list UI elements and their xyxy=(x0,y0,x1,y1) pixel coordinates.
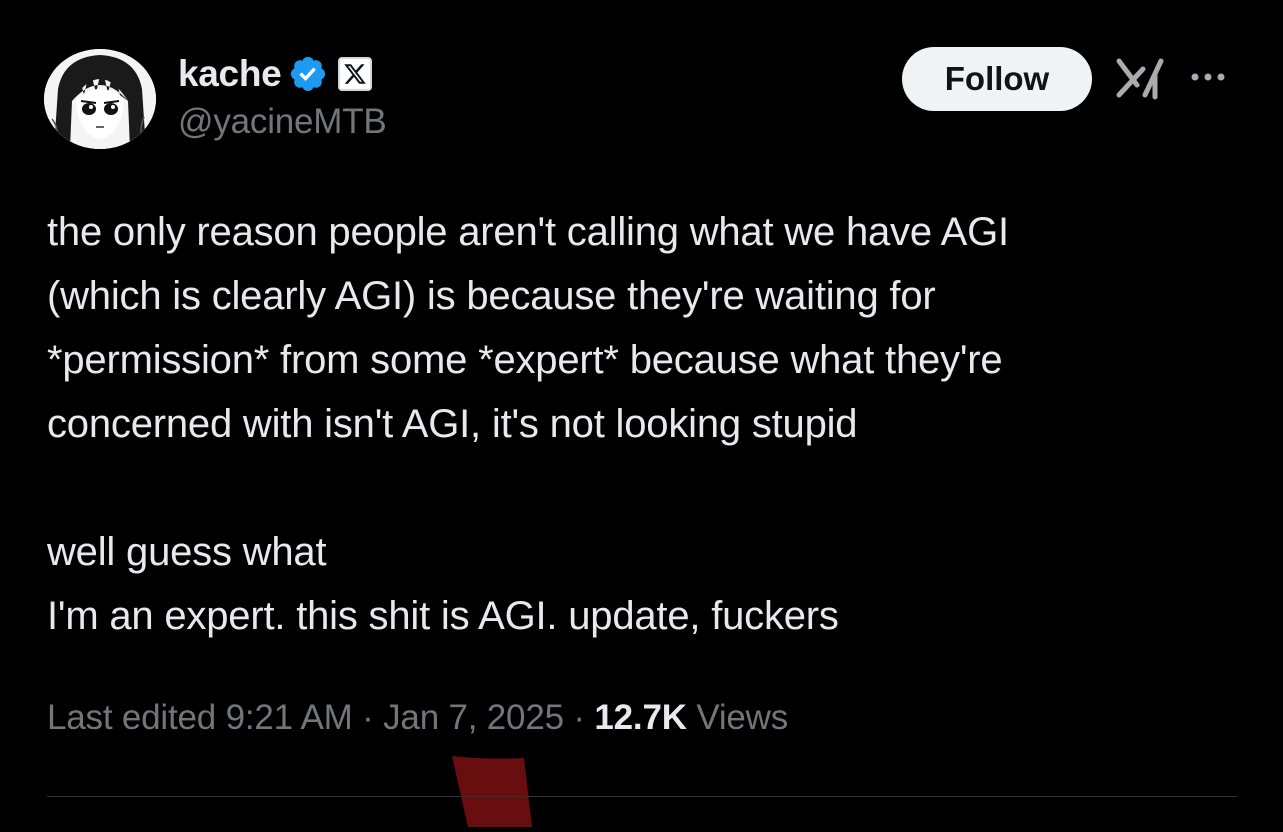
views-count[interactable]: 12.7K xyxy=(594,698,687,737)
views-label[interactable]: Views xyxy=(696,698,788,737)
anime-avatar-icon xyxy=(44,49,156,149)
tweet-time[interactable]: 9:21 AM xyxy=(226,698,353,737)
tweet-card: kache @yacineMTB Follow the only reason … xyxy=(0,0,1283,827)
author-name-row: kache xyxy=(178,52,387,96)
edited-label[interactable]: Last edited xyxy=(47,698,216,737)
author-block: kache @yacineMTB xyxy=(178,52,387,142)
tweet-meta: Last edited 9:21 AM · Jan 7, 2025 · 12.7… xyxy=(47,698,788,738)
author-handle[interactable]: @yacineMTB xyxy=(178,102,387,142)
follow-button[interactable]: Follow xyxy=(902,47,1092,111)
tweet-line: (which is clearly AGI) is because they'r… xyxy=(47,274,936,318)
tweet-line: well guess what xyxy=(47,530,327,574)
meta-separator: · xyxy=(362,698,374,737)
avatar[interactable] xyxy=(44,49,156,149)
display-name[interactable]: kache xyxy=(178,53,282,95)
tweet-text: the only reason people aren't calling wh… xyxy=(47,200,1247,648)
grok-icon[interactable] xyxy=(1115,55,1167,103)
tweet-line: *permission* from some *expert* because … xyxy=(47,338,1003,382)
tweet-date[interactable]: Jan 7, 2025 xyxy=(383,698,564,737)
verified-badge-icon[interactable] xyxy=(288,54,328,94)
x-logo-icon[interactable] xyxy=(338,57,373,91)
divider xyxy=(47,796,1237,797)
meta-separator: · xyxy=(573,698,585,737)
tweet-line: the only reason people aren't calling wh… xyxy=(47,210,1009,254)
tweet-line: I'm an expert. this shit is AGI. update,… xyxy=(47,594,839,638)
red-highlight-mark xyxy=(448,756,532,827)
more-options-icon[interactable] xyxy=(1183,62,1233,92)
tweet-line: concerned with isn't AGI, it's not looki… xyxy=(47,402,858,446)
